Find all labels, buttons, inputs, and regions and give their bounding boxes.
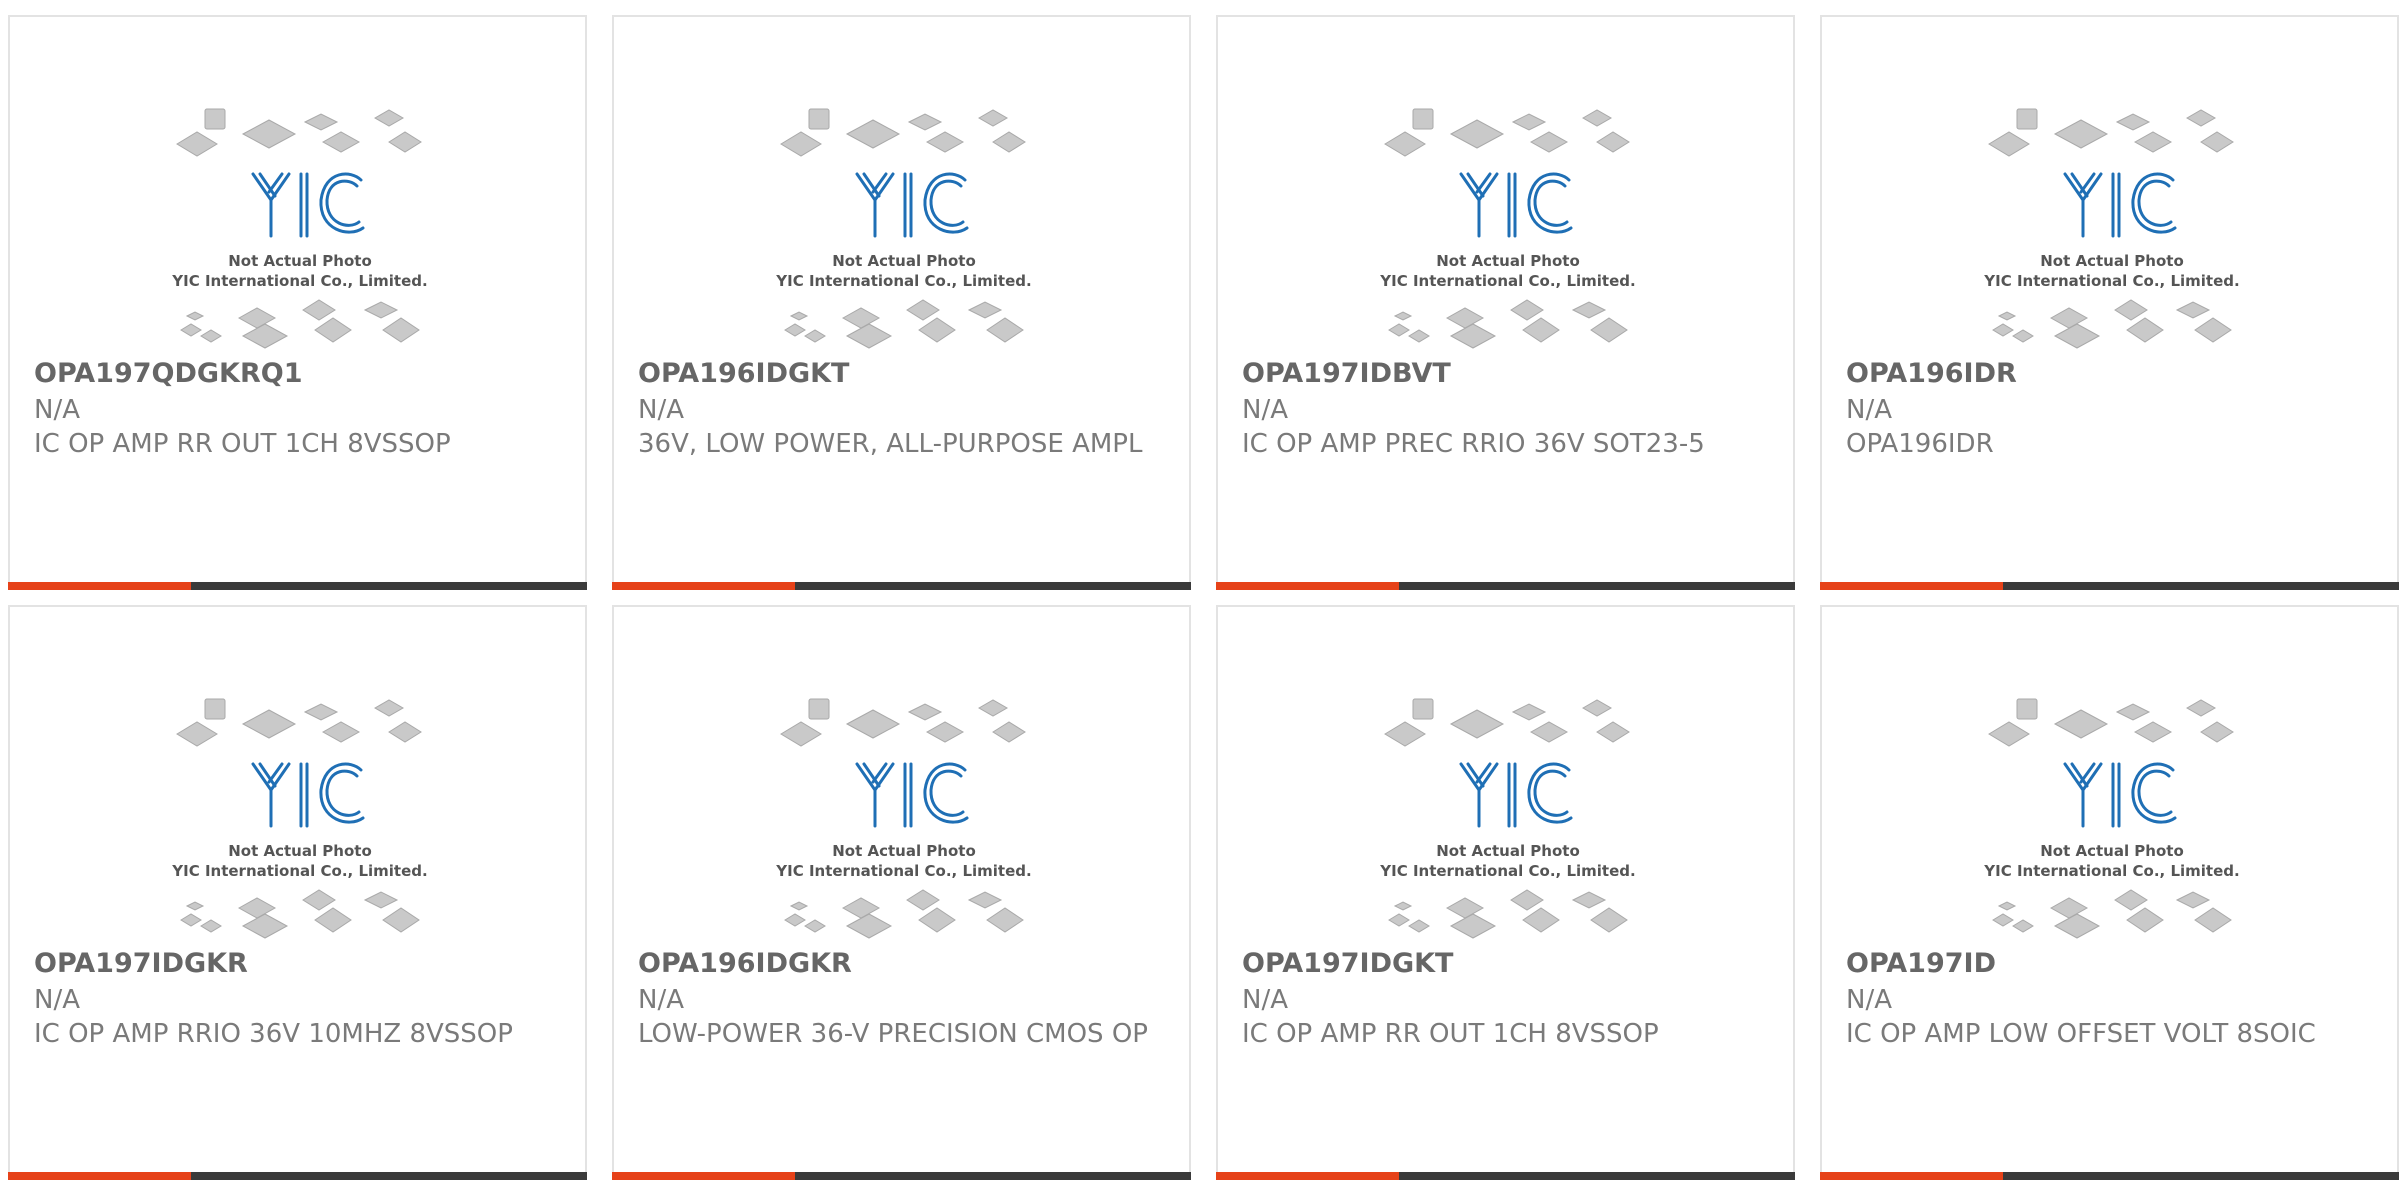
caption-line1: Not Actual Photo — [228, 842, 372, 860]
card-bottom-bar — [8, 1172, 587, 1180]
product-image[interactable]: Not Actual Photo YIC International Co., … — [165, 104, 435, 369]
part-number-link[interactable]: OPA196IDGKT — [638, 357, 849, 391]
manufacturer: N/A — [1242, 395, 1288, 425]
card-accent-bar — [8, 1172, 191, 1180]
product-grid: Not Actual Photo YIC International Co., … — [8, 15, 2399, 1180]
manufacturer: N/A — [1846, 985, 1892, 1015]
not-actual-photo-image: Not Actual Photo YIC International Co., … — [171, 108, 428, 349]
product-card[interactable]: Not Actual Photo YIC International Co., … — [1820, 605, 2399, 1180]
manufacturer: N/A — [1846, 395, 1892, 425]
card-bottom-bar — [612, 582, 1191, 590]
description: IC OP AMP RRIO 36V 10MHZ 8VSSOP — [34, 1019, 513, 1049]
caption-line2: YIC International Co., Limited. — [1379, 862, 1635, 880]
caption-line2: YIC International Co., Limited. — [775, 272, 1031, 290]
caption-line2: YIC International Co., Limited. — [1983, 862, 2239, 880]
part-number-link[interactable]: OPA196IDR — [1846, 357, 2017, 391]
caption-line1: Not Actual Photo — [2040, 842, 2184, 860]
product-image[interactable]: Not Actual Photo YIC International Co., … — [1977, 104, 2247, 369]
part-number-link[interactable]: OPA197ID — [1846, 947, 1996, 981]
manufacturer: N/A — [1242, 985, 1288, 1015]
caption-line1: Not Actual Photo — [832, 252, 976, 270]
manufacturer: N/A — [34, 985, 80, 1015]
card-bottom-bar — [1820, 1172, 2399, 1180]
card-bottom-bar — [1216, 1172, 1795, 1180]
card-accent-bar — [612, 1172, 795, 1180]
product-card[interactable]: Not Actual Photo YIC International Co., … — [8, 605, 587, 1180]
description: IC OP AMP LOW OFFSET VOLT 8SOIC — [1846, 1019, 2316, 1049]
caption-line2: YIC International Co., Limited. — [1379, 272, 1635, 290]
not-actual-photo-image: Not Actual Photo YIC International Co., … — [1983, 108, 2240, 349]
part-number-link[interactable]: OPA196IDGKR — [638, 947, 852, 981]
card-bottom-bar — [612, 1172, 1191, 1180]
card-accent-bar — [1820, 582, 2003, 590]
card-accent-bar — [8, 582, 191, 590]
not-actual-photo-image: Not Actual Photo YIC International Co., … — [1983, 698, 2240, 939]
manufacturer: N/A — [638, 395, 684, 425]
caption-line1: Not Actual Photo — [1436, 842, 1580, 860]
description: LOW-POWER 36-V PRECISION CMOS OP — [638, 1019, 1148, 1049]
card-accent-bar — [1216, 1172, 1399, 1180]
product-card[interactable]: Not Actual Photo YIC International Co., … — [612, 15, 1191, 590]
product-image[interactable]: Not Actual Photo YIC International Co., … — [769, 694, 1039, 959]
description: IC OP AMP PREC RRIO 36V SOT23-5 — [1242, 429, 1705, 459]
caption-line1: Not Actual Photo — [832, 842, 976, 860]
caption-line1: Not Actual Photo — [228, 252, 372, 270]
not-actual-photo-image: Not Actual Photo YIC International Co., … — [1379, 108, 1636, 349]
card-bottom-bar — [1216, 582, 1795, 590]
product-image[interactable]: Not Actual Photo YIC International Co., … — [1373, 694, 1643, 959]
caption-line2: YIC International Co., Limited. — [171, 272, 427, 290]
card-accent-bar — [612, 582, 795, 590]
manufacturer: N/A — [638, 985, 684, 1015]
description: OPA196IDR — [1846, 429, 1994, 459]
not-actual-photo-image: Not Actual Photo YIC International Co., … — [171, 698, 428, 939]
not-actual-photo-image: Not Actual Photo YIC International Co., … — [1379, 698, 1636, 939]
part-number-link[interactable]: OPA197QDGKRQ1 — [34, 357, 303, 391]
product-card[interactable]: Not Actual Photo YIC International Co., … — [1216, 605, 1795, 1180]
caption-line2: YIC International Co., Limited. — [775, 862, 1031, 880]
manufacturer: N/A — [34, 395, 80, 425]
card-bottom-bar — [1820, 582, 2399, 590]
product-image[interactable]: Not Actual Photo YIC International Co., … — [769, 104, 1039, 369]
caption-line1: Not Actual Photo — [2040, 252, 2184, 270]
caption-line2: YIC International Co., Limited. — [171, 862, 427, 880]
product-card[interactable]: Not Actual Photo YIC International Co., … — [1820, 15, 2399, 590]
product-image[interactable]: Not Actual Photo YIC International Co., … — [165, 694, 435, 959]
product-image[interactable]: Not Actual Photo YIC International Co., … — [1373, 104, 1643, 369]
description: 36V, LOW POWER, ALL-PURPOSE AMPL — [638, 429, 1143, 459]
product-card[interactable]: Not Actual Photo YIC International Co., … — [8, 15, 587, 590]
description: IC OP AMP RR OUT 1CH 8VSSOP — [1242, 1019, 1659, 1049]
product-card[interactable]: Not Actual Photo YIC International Co., … — [1216, 15, 1795, 590]
not-actual-photo-image: Not Actual Photo YIC International Co., … — [775, 698, 1032, 939]
part-number-link[interactable]: OPA197IDBVT — [1242, 357, 1451, 391]
product-image[interactable]: Not Actual Photo YIC International Co., … — [1977, 694, 2247, 959]
description: IC OP AMP RR OUT 1CH 8VSSOP — [34, 429, 451, 459]
product-card[interactable]: Not Actual Photo YIC International Co., … — [612, 605, 1191, 1180]
not-actual-photo-image: Not Actual Photo YIC International Co., … — [775, 108, 1032, 349]
card-accent-bar — [1820, 1172, 2003, 1180]
part-number-link[interactable]: OPA197IDGKT — [1242, 947, 1453, 981]
card-accent-bar — [1216, 582, 1399, 590]
part-number-link[interactable]: OPA197IDGKR — [34, 947, 248, 981]
caption-line1: Not Actual Photo — [1436, 252, 1580, 270]
card-bottom-bar — [8, 582, 587, 590]
caption-line2: YIC International Co., Limited. — [1983, 272, 2239, 290]
